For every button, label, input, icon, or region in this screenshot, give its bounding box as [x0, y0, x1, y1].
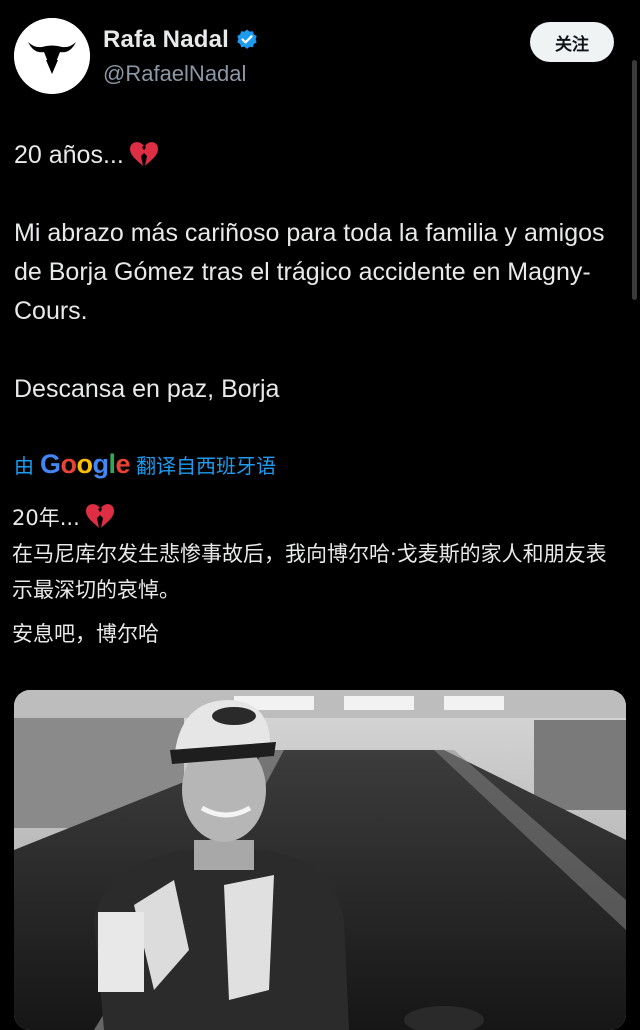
google-logo-icon: Google: [40, 448, 131, 479]
tweet-line-text: 20 años...: [14, 141, 124, 169]
status-bar: [0, 0, 640, 8]
translated-line: 20年...: [12, 500, 622, 536]
broken-heart-icon: [129, 142, 158, 166]
user-handle[interactable]: @RafaelNadal: [103, 61, 246, 87]
translated-line: 安息吧，博尔哈: [12, 622, 159, 646]
verified-badge-icon: [237, 29, 257, 49]
tweet-line: Descansa en paz, Borja: [14, 375, 280, 403]
broken-heart-icon: [85, 504, 114, 528]
tweet-header: Rafa Nadal @RafaelNadal 关注: [14, 18, 614, 98]
scrollbar[interactable]: [632, 60, 637, 300]
translate-suffix: 翻译自西班牙语: [136, 453, 277, 478]
tweet-photo[interactable]: [14, 690, 626, 1030]
follow-button[interactable]: 关注: [530, 22, 614, 62]
translated-line: 在马尼库尔发生悲惨事故后，我向博尔哈·戈麦斯的家人和朋友表示最深切的哀悼。: [12, 542, 607, 602]
bull-logo-icon: [14, 18, 90, 94]
translation-attribution[interactable]: 由 Google 翻译自西班牙语: [14, 448, 276, 480]
display-name[interactable]: Rafa Nadal: [103, 26, 229, 54]
tweet-line: 20 años...: [14, 136, 614, 175]
translated-line-text: 20年...: [12, 506, 80, 530]
rider-photo-image: [14, 690, 626, 1030]
tweet-line: Mi abrazo más cariñoso para toda la fami…: [14, 219, 605, 325]
tweet-text: 20 años... Mi abrazo más cariñoso para t…: [14, 136, 614, 409]
name-row: Rafa Nadal: [103, 26, 259, 54]
avatar[interactable]: [14, 18, 90, 94]
translate-prefix: 由: [14, 453, 34, 478]
translated-text: 20年... 在马尼库尔发生悲惨事故后，我向博尔哈·戈麦斯的家人和朋友表示最深切…: [12, 500, 622, 660]
